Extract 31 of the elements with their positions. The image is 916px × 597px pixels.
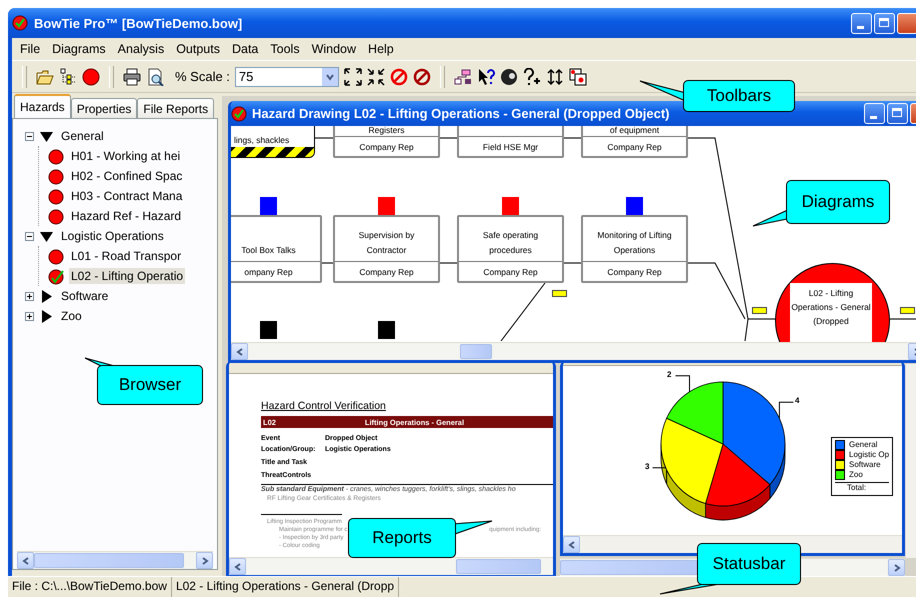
owner-label: Field HSE Mgr bbox=[459, 136, 562, 156]
window-title: Hazard Drawing L02 - Lifting Operations - General (Dropped Object) bbox=[252, 106, 670, 121]
data-label: 4 bbox=[795, 396, 800, 405]
status-text: L02 - Lifting Operations - General (Dropp bbox=[172, 577, 400, 597]
owner-label: Company Rep bbox=[459, 261, 562, 281]
threat-text: lings, shackles bbox=[233, 135, 290, 147]
legend-label: Software bbox=[849, 460, 881, 470]
legend-label: General bbox=[849, 440, 878, 450]
scale-label: % Scale : bbox=[175, 69, 230, 84]
control-label: Supervision by Contractor bbox=[358, 229, 416, 257]
data-label: 3 bbox=[645, 462, 650, 471]
owner-label: Company Rep bbox=[335, 261, 438, 281]
legend-total: Total: bbox=[835, 482, 890, 492]
control-label: Registers bbox=[368, 126, 406, 136]
callout-tooltip: Diagrams bbox=[786, 180, 890, 224]
owner-label: Company Rep bbox=[335, 136, 438, 156]
report-title: Hazard Control Verification bbox=[261, 400, 387, 412]
control-label: Monitoring of Lifting Operations bbox=[596, 229, 673, 257]
data-label: 2 bbox=[667, 370, 672, 379]
owner-label: Company Rep bbox=[583, 136, 686, 156]
status-text: File : C:\...\BowTieDemo.bow bbox=[8, 577, 172, 597]
control-label: Safe operating procedures bbox=[482, 229, 540, 257]
callout-tooltip: Reports bbox=[348, 518, 456, 558]
owner-label: ompany Rep bbox=[231, 261, 320, 281]
legend-label: Logistic Op bbox=[849, 450, 890, 460]
hazard-label: L02 - Lifting Operations - General (Dropped bbox=[790, 283, 872, 342]
owner-label: Company Rep bbox=[583, 261, 686, 281]
legend-label: Zoo bbox=[849, 470, 863, 480]
control-label: Tool Box Talks bbox=[240, 244, 297, 257]
window-title: BowTie Pro™ [BowTieDemo.bow] bbox=[34, 16, 244, 30]
control-label: of equipment bbox=[608, 126, 660, 136]
